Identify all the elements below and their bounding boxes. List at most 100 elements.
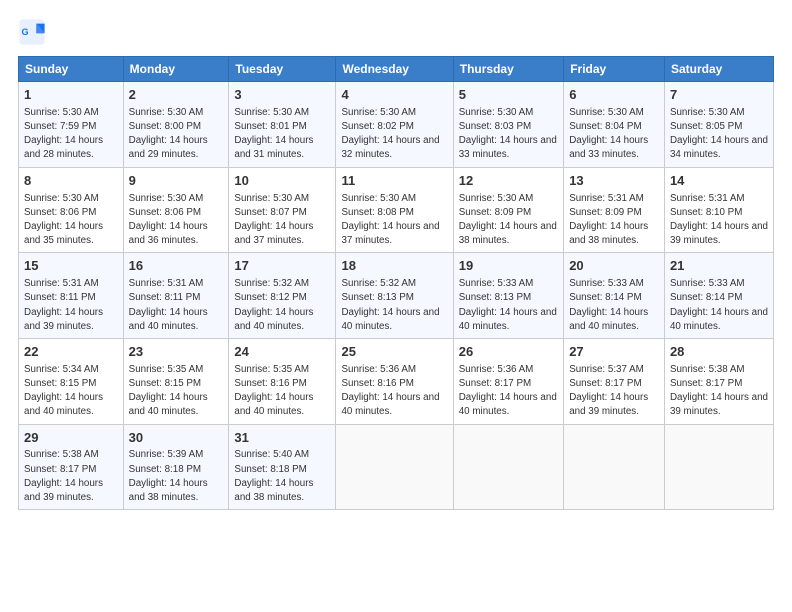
page: G SundayMondayTuesdayWednesdayThursdayFr… bbox=[0, 0, 792, 612]
day-info: Sunrise: 5:35 AMSunset: 8:16 PMDaylight:… bbox=[234, 363, 330, 420]
day-info: Sunrise: 5:30 AMSunset: 8:05 PMDaylight:… bbox=[670, 106, 768, 163]
day-info: Sunrise: 5:34 AMSunset: 8:15 PMDaylight:… bbox=[24, 363, 118, 420]
logo: G bbox=[18, 18, 50, 46]
day-number: 2 bbox=[129, 86, 224, 105]
day-number: 30 bbox=[129, 429, 224, 448]
week-row-4: 22Sunrise: 5:34 AMSunset: 8:15 PMDayligh… bbox=[19, 338, 774, 424]
day-cell: 21Sunrise: 5:33 AMSunset: 8:14 PMDayligh… bbox=[664, 253, 773, 339]
week-row-2: 8Sunrise: 5:30 AMSunset: 8:06 PMDaylight… bbox=[19, 167, 774, 253]
day-number: 18 bbox=[341, 257, 447, 276]
day-cell: 8Sunrise: 5:30 AMSunset: 8:06 PMDaylight… bbox=[19, 167, 124, 253]
day-number: 12 bbox=[459, 172, 558, 191]
day-cell bbox=[453, 424, 563, 510]
calendar-table: SundayMondayTuesdayWednesdayThursdayFrid… bbox=[18, 56, 774, 510]
day-number: 6 bbox=[569, 86, 659, 105]
week-row-5: 29Sunrise: 5:38 AMSunset: 8:17 PMDayligh… bbox=[19, 424, 774, 510]
day-cell: 1Sunrise: 5:30 AMSunset: 7:59 PMDaylight… bbox=[19, 82, 124, 168]
day-number: 9 bbox=[129, 172, 224, 191]
day-info: Sunrise: 5:32 AMSunset: 8:13 PMDaylight:… bbox=[341, 277, 447, 334]
day-cell: 27Sunrise: 5:37 AMSunset: 8:17 PMDayligh… bbox=[564, 338, 665, 424]
logo-icon: G bbox=[18, 18, 46, 46]
col-header-thursday: Thursday bbox=[453, 57, 563, 82]
day-number: 17 bbox=[234, 257, 330, 276]
day-info: Sunrise: 5:35 AMSunset: 8:15 PMDaylight:… bbox=[129, 363, 224, 420]
day-info: Sunrise: 5:31 AMSunset: 8:10 PMDaylight:… bbox=[670, 192, 768, 249]
header-row: SundayMondayTuesdayWednesdayThursdayFrid… bbox=[19, 57, 774, 82]
day-info: Sunrise: 5:39 AMSunset: 8:18 PMDaylight:… bbox=[129, 448, 224, 505]
day-info: Sunrise: 5:30 AMSunset: 8:04 PMDaylight:… bbox=[569, 106, 659, 163]
day-number: 24 bbox=[234, 343, 330, 362]
day-number: 8 bbox=[24, 172, 118, 191]
day-cell: 6Sunrise: 5:30 AMSunset: 8:04 PMDaylight… bbox=[564, 82, 665, 168]
day-cell: 2Sunrise: 5:30 AMSunset: 8:00 PMDaylight… bbox=[123, 82, 229, 168]
day-number: 5 bbox=[459, 86, 558, 105]
day-info: Sunrise: 5:30 AMSunset: 8:08 PMDaylight:… bbox=[341, 192, 447, 249]
day-number: 25 bbox=[341, 343, 447, 362]
day-info: Sunrise: 5:32 AMSunset: 8:12 PMDaylight:… bbox=[234, 277, 330, 334]
day-number: 31 bbox=[234, 429, 330, 448]
day-cell: 24Sunrise: 5:35 AMSunset: 8:16 PMDayligh… bbox=[229, 338, 336, 424]
day-number: 26 bbox=[459, 343, 558, 362]
svg-text:G: G bbox=[22, 27, 29, 37]
day-cell: 20Sunrise: 5:33 AMSunset: 8:14 PMDayligh… bbox=[564, 253, 665, 339]
day-cell: 19Sunrise: 5:33 AMSunset: 8:13 PMDayligh… bbox=[453, 253, 563, 339]
day-cell: 17Sunrise: 5:32 AMSunset: 8:12 PMDayligh… bbox=[229, 253, 336, 339]
day-number: 29 bbox=[24, 429, 118, 448]
week-row-3: 15Sunrise: 5:31 AMSunset: 8:11 PMDayligh… bbox=[19, 253, 774, 339]
day-info: Sunrise: 5:33 AMSunset: 8:13 PMDaylight:… bbox=[459, 277, 558, 334]
day-info: Sunrise: 5:30 AMSunset: 8:09 PMDaylight:… bbox=[459, 192, 558, 249]
day-cell: 25Sunrise: 5:36 AMSunset: 8:16 PMDayligh… bbox=[336, 338, 453, 424]
day-info: Sunrise: 5:31 AMSunset: 8:09 PMDaylight:… bbox=[569, 192, 659, 249]
day-number: 21 bbox=[670, 257, 768, 276]
day-info: Sunrise: 5:36 AMSunset: 8:16 PMDaylight:… bbox=[341, 363, 447, 420]
day-number: 10 bbox=[234, 172, 330, 191]
day-info: Sunrise: 5:30 AMSunset: 8:01 PMDaylight:… bbox=[234, 106, 330, 163]
day-info: Sunrise: 5:30 AMSunset: 8:06 PMDaylight:… bbox=[24, 192, 118, 249]
day-cell: 22Sunrise: 5:34 AMSunset: 8:15 PMDayligh… bbox=[19, 338, 124, 424]
day-number: 13 bbox=[569, 172, 659, 191]
col-header-wednesday: Wednesday bbox=[336, 57, 453, 82]
day-number: 3 bbox=[234, 86, 330, 105]
day-cell bbox=[564, 424, 665, 510]
day-info: Sunrise: 5:30 AMSunset: 8:07 PMDaylight:… bbox=[234, 192, 330, 249]
col-header-saturday: Saturday bbox=[664, 57, 773, 82]
day-info: Sunrise: 5:31 AMSunset: 8:11 PMDaylight:… bbox=[129, 277, 224, 334]
day-info: Sunrise: 5:36 AMSunset: 8:17 PMDaylight:… bbox=[459, 363, 558, 420]
day-number: 7 bbox=[670, 86, 768, 105]
day-number: 16 bbox=[129, 257, 224, 276]
day-number: 22 bbox=[24, 343, 118, 362]
day-cell: 29Sunrise: 5:38 AMSunset: 8:17 PMDayligh… bbox=[19, 424, 124, 510]
day-cell bbox=[336, 424, 453, 510]
day-number: 14 bbox=[670, 172, 768, 191]
day-number: 27 bbox=[569, 343, 659, 362]
day-info: Sunrise: 5:30 AMSunset: 8:02 PMDaylight:… bbox=[341, 106, 447, 163]
col-header-monday: Monday bbox=[123, 57, 229, 82]
day-info: Sunrise: 5:40 AMSunset: 8:18 PMDaylight:… bbox=[234, 448, 330, 505]
day-cell: 31Sunrise: 5:40 AMSunset: 8:18 PMDayligh… bbox=[229, 424, 336, 510]
col-header-tuesday: Tuesday bbox=[229, 57, 336, 82]
day-number: 20 bbox=[569, 257, 659, 276]
day-info: Sunrise: 5:37 AMSunset: 8:17 PMDaylight:… bbox=[569, 363, 659, 420]
day-cell: 11Sunrise: 5:30 AMSunset: 8:08 PMDayligh… bbox=[336, 167, 453, 253]
day-cell: 13Sunrise: 5:31 AMSunset: 8:09 PMDayligh… bbox=[564, 167, 665, 253]
day-cell: 30Sunrise: 5:39 AMSunset: 8:18 PMDayligh… bbox=[123, 424, 229, 510]
day-cell: 9Sunrise: 5:30 AMSunset: 8:06 PMDaylight… bbox=[123, 167, 229, 253]
day-cell: 7Sunrise: 5:30 AMSunset: 8:05 PMDaylight… bbox=[664, 82, 773, 168]
day-number: 19 bbox=[459, 257, 558, 276]
day-cell: 12Sunrise: 5:30 AMSunset: 8:09 PMDayligh… bbox=[453, 167, 563, 253]
day-number: 1 bbox=[24, 86, 118, 105]
day-number: 4 bbox=[341, 86, 447, 105]
day-cell bbox=[664, 424, 773, 510]
day-number: 15 bbox=[24, 257, 118, 276]
day-info: Sunrise: 5:38 AMSunset: 8:17 PMDaylight:… bbox=[670, 363, 768, 420]
day-cell: 5Sunrise: 5:30 AMSunset: 8:03 PMDaylight… bbox=[453, 82, 563, 168]
week-row-1: 1Sunrise: 5:30 AMSunset: 7:59 PMDaylight… bbox=[19, 82, 774, 168]
day-cell: 16Sunrise: 5:31 AMSunset: 8:11 PMDayligh… bbox=[123, 253, 229, 339]
day-number: 11 bbox=[341, 172, 447, 191]
day-number: 23 bbox=[129, 343, 224, 362]
day-cell: 3Sunrise: 5:30 AMSunset: 8:01 PMDaylight… bbox=[229, 82, 336, 168]
day-info: Sunrise: 5:33 AMSunset: 8:14 PMDaylight:… bbox=[569, 277, 659, 334]
day-info: Sunrise: 5:31 AMSunset: 8:11 PMDaylight:… bbox=[24, 277, 118, 334]
day-cell: 26Sunrise: 5:36 AMSunset: 8:17 PMDayligh… bbox=[453, 338, 563, 424]
day-info: Sunrise: 5:30 AMSunset: 8:03 PMDaylight:… bbox=[459, 106, 558, 163]
